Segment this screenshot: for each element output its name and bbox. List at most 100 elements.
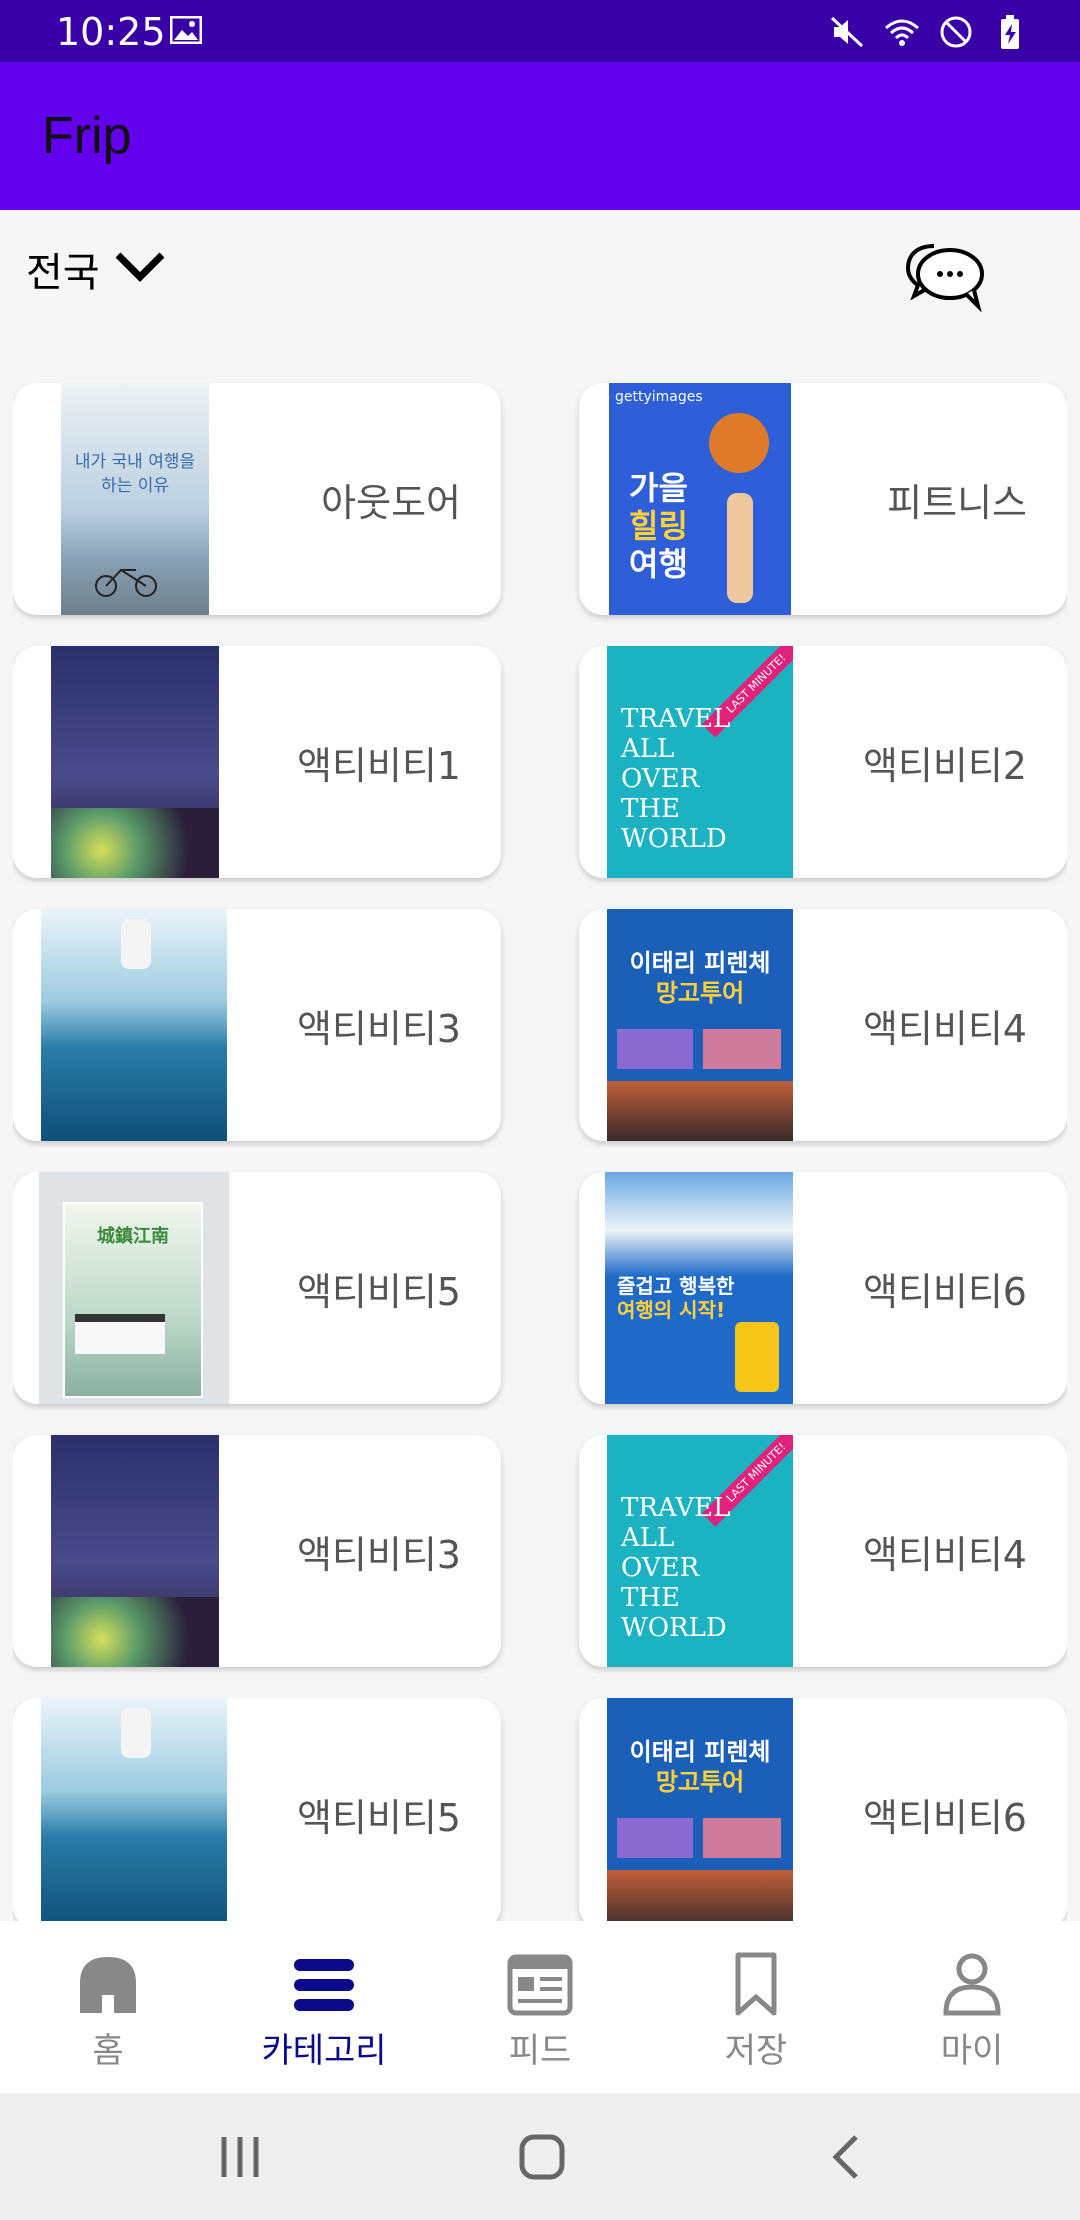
poster-cathedral [607,1870,793,1923]
poster-photo-2 [703,1029,781,1069]
travel-line-1: TRAVEL [621,704,731,734]
category-label: 액티비티5 [296,1795,461,1840]
category-card-activity4-b[interactable]: LAST MINUTE! TRAVEL ALL OVER THE WORLD 액… [579,1435,1067,1667]
category-card-activity3[interactable]: 액티비티3 [13,909,501,1141]
nav-label-category: 카테고리 [261,2031,387,2071]
app-bar: Frip [0,62,1080,210]
home-icon [80,1957,136,2013]
category-card-activity4[interactable]: 이태리 피렌체 망고투어 액티비티4 [579,909,1067,1141]
poster-suitcase [735,1322,779,1392]
category-label: 액티비티3 [296,1006,461,1051]
nav-label-saved: 저장 [724,2031,788,2071]
italy-line-2: 망고투어 [655,1768,745,1796]
category-label: 액티비티6 [862,1795,1027,1840]
category-card-activity1[interactable]: 액티비티1 [13,646,501,878]
poster-italy-florence-tour: 이태리 피렌체 망고투어 [607,1698,793,1923]
poster-photo-2 [703,1818,781,1858]
status-bar: 10:25 [0,0,1080,62]
category-label: 아웃도어 [321,480,461,525]
chat-icon[interactable] [904,236,988,312]
category-card-outdoor[interactable]: 내가 국내 여행을 하는 이유 아웃도어 [13,383,501,615]
poster-sea-skyline [41,909,227,1141]
poster-italy-florence-tour: 이태리 피렌체 망고투어 [607,909,793,1141]
bookmark-icon [735,1952,777,2016]
category-label: 액티비티3 [296,1532,461,1577]
travel-line-3: OVER [621,764,700,794]
travel-line-4: THE [621,794,680,824]
wifi-icon [885,19,919,46]
poster-figure [121,1708,151,1758]
poster-domestic-travel: 내가 국내 여행을 하는 이유 [61,383,209,615]
mute-icon [830,16,864,48]
poster-autumn-healing-travel: gettyimages 가을 힐링 여행 [609,383,791,615]
system-navigation-bar [0,2093,1080,2220]
nav-item-saved[interactable]: 저장 [648,1921,864,2093]
poster-santorini-happy-trip: 즐겁고 행복한 여행의 시작! [605,1172,793,1404]
poster-domestic-line2: 하는 이유 [101,476,169,496]
nav-item-category[interactable]: 카테고리 [216,1921,432,2093]
nav-item-feed[interactable]: 피드 [432,1921,648,2093]
category-card-fitness[interactable]: gettyimages 가을 힐링 여행 피트니스 [579,383,1067,615]
category-card-activity6-b[interactable]: 이태리 피렌체 망고투어 액티비티6 [579,1698,1067,1923]
travel-line-5: WORLD [621,1613,727,1643]
nav-item-home[interactable]: 홈 [0,1921,216,2093]
traveler-figure [727,493,753,603]
bottom-navigation: 홈 카테고리 피드 저장 마이 [0,1921,1080,2093]
poster-figure [121,919,151,969]
travel-line-2: ALL [621,734,675,764]
app-title: Frip [42,107,132,165]
travel-line-1: TRAVEL [621,1493,731,1523]
nav-label-my: 마이 [940,2031,1004,2071]
category-label: 액티비티1 [296,743,461,788]
category-grid: 내가 국내 여행을 하는 이유 아웃도어 gettyimages 가을 힐링 여… [13,383,1067,1923]
poster-glowing-plants [51,808,219,878]
poster-glowing-plants [51,1597,219,1667]
category-card-activity2[interactable]: LAST MINUTE! TRAVEL ALL OVER THE WORLD 액… [579,646,1067,878]
poster-sea-skyline [41,1698,227,1923]
poster-night-sky [51,1435,219,1667]
image-notification-icon [170,16,202,44]
poster-photo-1 [617,1818,693,1858]
travel-line-5: WORLD [621,824,727,854]
recent-apps-icon[interactable] [218,2129,262,2185]
region-label: 전국 [26,250,100,296]
category-card-activity3-b[interactable]: 액티비티3 [13,1435,501,1667]
battery-charging-icon [1001,15,1019,49]
status-time: 10:25 [56,10,166,54]
poster-cathedral [607,1081,793,1141]
nav-label-home: 홈 [92,2031,124,2071]
feed-icon [507,1954,573,2016]
category-label: 액티비티5 [296,1269,461,1314]
poster-jiangnan-town: 城鎮江南 [39,1172,229,1404]
category-label: 액티비티4 [862,1006,1027,1051]
region-selector[interactable]: 전국 [26,240,166,298]
chevron-down-icon [114,249,166,289]
poster-night-sky [51,646,219,878]
person-icon [943,1953,1001,2016]
poster-getty-label: gettyimages [615,389,703,405]
travel-line-3: OVER [621,1553,700,1583]
back-icon[interactable] [826,2129,866,2185]
category-card-activity6[interactable]: 즐겁고 행복한 여행의 시작! 액티비티6 [579,1172,1067,1404]
jiangnan-title: 城鎮江南 [97,1226,169,1247]
poster-autumn-line3: 여행 [629,545,688,583]
category-card-activity5-b[interactable]: 액티비티5 [13,1698,501,1923]
nav-label-feed: 피드 [508,2031,572,2071]
do-not-disturb-icon [940,16,972,48]
category-card-activity5[interactable]: 城鎮江南 액티비티5 [13,1172,501,1404]
category-label: 액티비티4 [862,1532,1027,1577]
santorini-line-2: 여행의 시작! [617,1298,726,1322]
poster-travel-all-over-the-world: LAST MINUTE! TRAVEL ALL OVER THE WORLD [607,646,793,878]
menu-icon [294,1959,354,2011]
italy-line-2: 망고투어 [655,979,745,1007]
home-button-icon[interactable] [518,2129,566,2185]
travel-line-2: ALL [621,1523,675,1553]
poster-photo-1 [617,1029,693,1069]
category-label: 피트니스 [887,480,1027,525]
poster-houses [75,1314,165,1354]
category-label: 액티비티2 [862,743,1027,788]
poster-frame: 城鎮江南 [63,1202,203,1398]
nav-item-my[interactable]: 마이 [864,1921,1080,2093]
bicycle-icon [95,568,157,597]
poster-domestic-line1: 내가 국내 여행을 [74,452,196,472]
